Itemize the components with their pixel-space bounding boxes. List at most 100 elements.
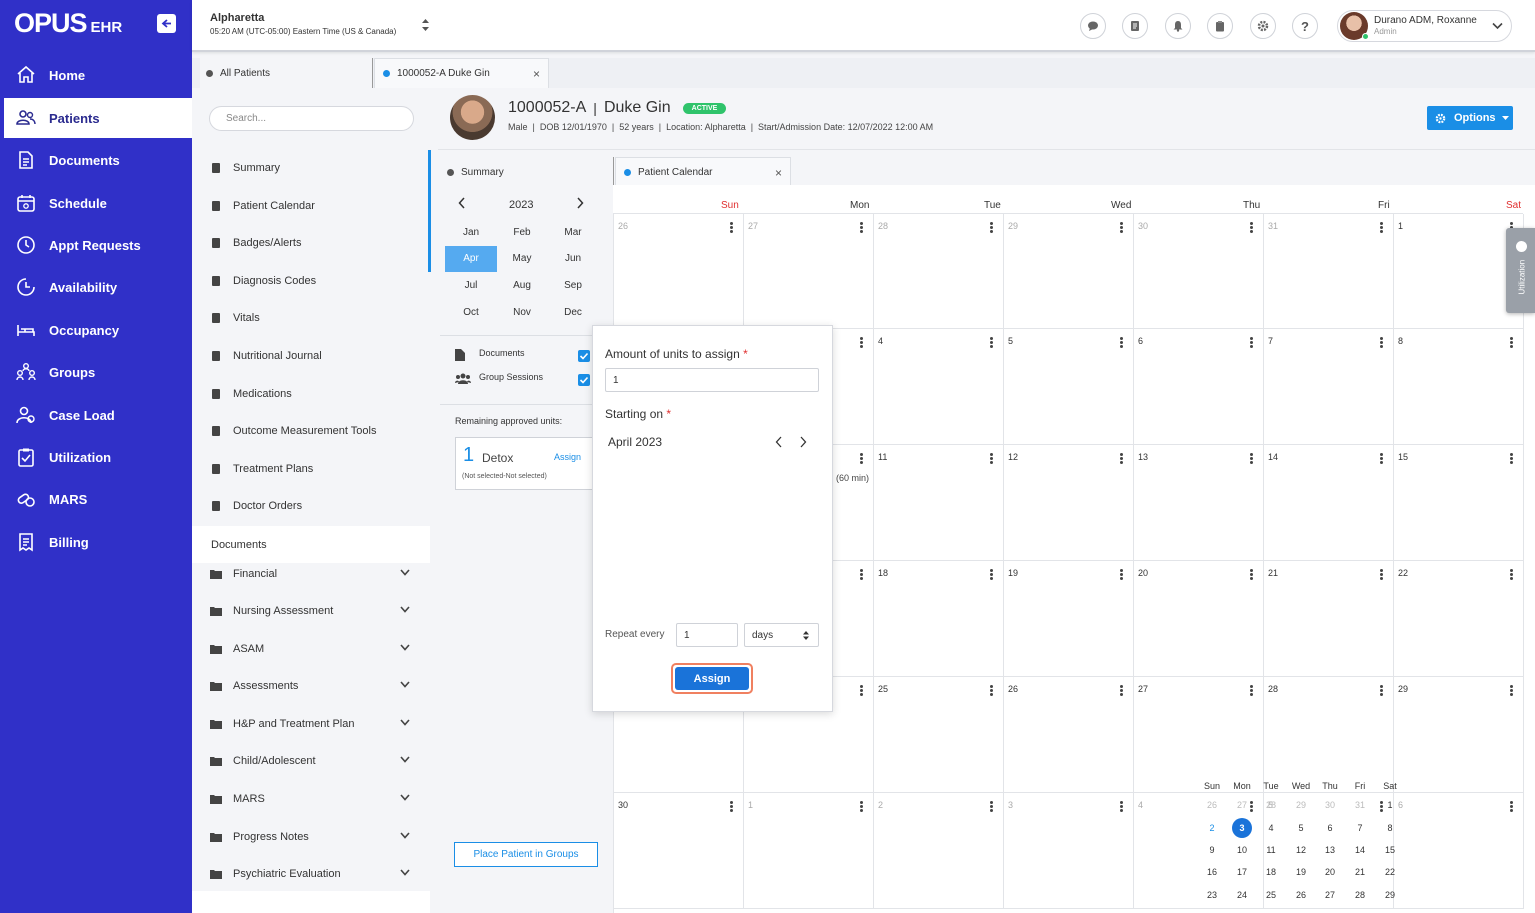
nav-item-patients[interactable]: Patients bbox=[0, 98, 192, 138]
calendar-day-cell[interactable]: 12 bbox=[1004, 445, 1134, 561]
datepicker-date[interactable]: 13 bbox=[1320, 840, 1340, 860]
kebab-menu-icon[interactable] bbox=[1120, 337, 1123, 348]
month-oct[interactable]: Oct bbox=[445, 299, 497, 325]
datepicker-date[interactable]: 27 bbox=[1320, 885, 1340, 905]
datepicker-date[interactable]: 17 bbox=[1232, 862, 1252, 882]
kebab-menu-icon[interactable] bbox=[860, 801, 863, 812]
datepicker-date[interactable]: 26 bbox=[1291, 885, 1311, 905]
month-may[interactable]: May bbox=[496, 246, 548, 272]
utilization-side-tab[interactable]: Utilization bbox=[1506, 228, 1535, 313]
kebab-menu-icon[interactable] bbox=[730, 222, 733, 233]
bell-icon[interactable] bbox=[1165, 13, 1191, 39]
calendar-day-cell[interactable]: 8 bbox=[1394, 329, 1524, 445]
datepicker-date[interactable]: 29 bbox=[1380, 885, 1400, 905]
patient-nav-item[interactable]: Badges/Alerts bbox=[192, 224, 430, 261]
datepicker-date[interactable]: 11 bbox=[1261, 840, 1281, 860]
calendar-day-cell[interactable]: 29 bbox=[1394, 677, 1524, 793]
filter-checkbox[interactable] bbox=[578, 374, 590, 386]
datepicker-date[interactable]: 22 bbox=[1380, 862, 1400, 882]
nav-item-billing[interactable]: Billing bbox=[0, 522, 192, 562]
chevron-down-icon[interactable] bbox=[400, 719, 410, 726]
kebab-menu-icon[interactable] bbox=[1250, 453, 1253, 464]
chevron-down-icon[interactable] bbox=[400, 569, 410, 576]
patient-nav-item[interactable]: Treatment Plans bbox=[192, 450, 430, 487]
help-icon[interactable]: ? bbox=[1292, 13, 1318, 39]
patient-nav-item[interactable]: Diagnosis Codes bbox=[192, 262, 430, 299]
datepicker-date[interactable]: 30 bbox=[1320, 795, 1340, 815]
amount-input[interactable]: 1 bbox=[605, 368, 819, 392]
datepicker-date[interactable]: 4 bbox=[1261, 818, 1281, 838]
kebab-menu-icon[interactable] bbox=[990, 801, 993, 812]
kebab-menu-icon[interactable] bbox=[1120, 453, 1123, 464]
document-folder[interactable]: H&P and Treatment Plan bbox=[192, 705, 430, 742]
kebab-menu-icon[interactable] bbox=[860, 222, 863, 233]
nav-item-schedule[interactable]: Schedule bbox=[0, 183, 192, 223]
datepicker-date[interactable]: 9 bbox=[1202, 840, 1222, 860]
options-button[interactable]: Options bbox=[1427, 106, 1513, 130]
kebab-menu-icon[interactable] bbox=[860, 453, 863, 464]
kebab-menu-icon[interactable] bbox=[1250, 685, 1253, 696]
kebab-menu-icon[interactable] bbox=[990, 337, 993, 348]
calendar-day-cell[interactable]: 3 bbox=[1004, 793, 1134, 909]
datepicker-date[interactable]: 20 bbox=[1320, 862, 1340, 882]
datepicker-date[interactable]: 8 bbox=[1380, 818, 1400, 838]
search-input[interactable]: Search... bbox=[209, 106, 414, 131]
location-selector[interactable]: Alpharetta 05:20 AM (UTC-05:00) Eastern … bbox=[210, 12, 396, 36]
kebab-menu-icon[interactable] bbox=[1380, 222, 1383, 233]
chevron-down-icon[interactable] bbox=[400, 832, 410, 839]
datepicker-date[interactable]: 5 bbox=[1291, 818, 1311, 838]
calendar-day-cell[interactable]: 2 bbox=[874, 793, 1004, 909]
calendar-day-cell[interactable]: 25 bbox=[874, 677, 1004, 793]
patient-nav-item[interactable]: Patient Calendar bbox=[192, 187, 430, 224]
datepicker-date[interactable]: 18 bbox=[1261, 862, 1281, 882]
calendar-day-cell[interactable]: 26 bbox=[614, 214, 744, 329]
calendar-day-cell[interactable]: 29 bbox=[1004, 214, 1134, 329]
month-nov[interactable]: Nov bbox=[496, 299, 548, 325]
collapse-nav-button[interactable] bbox=[157, 14, 176, 33]
datepicker-date[interactable]: 3 bbox=[1291, 907, 1311, 913]
calendar-day-cell[interactable]: 18 bbox=[874, 561, 1004, 677]
kebab-menu-icon[interactable] bbox=[860, 685, 863, 696]
kebab-menu-icon[interactable] bbox=[990, 569, 993, 580]
calendar-day-cell[interactable]: 19 bbox=[1004, 561, 1134, 677]
datepicker-date[interactable]: 28 bbox=[1261, 795, 1281, 815]
kebab-menu-icon[interactable] bbox=[1510, 801, 1513, 812]
datepicker-date[interactable]: 19 bbox=[1291, 862, 1311, 882]
kebab-menu-icon[interactable] bbox=[730, 801, 733, 812]
document-folder[interactable]: Assessments bbox=[192, 667, 430, 704]
kebab-menu-icon[interactable] bbox=[860, 337, 863, 348]
assign-button[interactable]: Assign bbox=[675, 667, 749, 690]
calendar-day-cell[interactable]: 15 bbox=[1394, 445, 1524, 561]
month-sep[interactable]: Sep bbox=[547, 272, 599, 298]
chevron-down-icon[interactable] bbox=[400, 794, 410, 801]
document-folder[interactable]: Child/Adolescent bbox=[192, 742, 430, 779]
tab-summary[interactable]: Summary bbox=[440, 157, 614, 187]
patient-nav-item[interactable]: Summary bbox=[192, 149, 430, 186]
datepicker-date[interactable]: 4 bbox=[1320, 907, 1340, 913]
datepicker-date[interactable]: 29 bbox=[1291, 795, 1311, 815]
calendar-day-cell[interactable]: 31 bbox=[1264, 214, 1394, 329]
nav-item-mars[interactable]: MARS bbox=[0, 479, 192, 519]
calendar-day-cell[interactable]: 28 bbox=[874, 214, 1004, 329]
close-icon[interactable]: × bbox=[775, 166, 782, 180]
kebab-menu-icon[interactable] bbox=[990, 685, 993, 696]
datepicker-date[interactable]: 7 bbox=[1350, 818, 1370, 838]
repeat-count-input[interactable]: 1 bbox=[676, 623, 738, 647]
patient-nav-item[interactable]: Medications bbox=[192, 375, 430, 412]
kebab-menu-icon[interactable] bbox=[1250, 569, 1253, 580]
calendar-day-cell[interactable]: 27 bbox=[1134, 677, 1264, 793]
kebab-menu-icon[interactable] bbox=[990, 222, 993, 233]
filter-checkbox[interactable] bbox=[578, 350, 590, 362]
datepicker-prev-button[interactable] bbox=[775, 436, 783, 448]
clipboard-icon[interactable] bbox=[1207, 13, 1233, 39]
datepicker-date[interactable]: 14 bbox=[1350, 840, 1370, 860]
nav-item-utilization[interactable]: Utilization bbox=[0, 437, 192, 477]
datepicker-date[interactable]: 30 bbox=[1202, 907, 1222, 913]
kebab-menu-icon[interactable] bbox=[860, 569, 863, 580]
kebab-menu-icon[interactable] bbox=[1380, 453, 1383, 464]
datepicker-date[interactable]: 12 bbox=[1291, 840, 1311, 860]
document-folder[interactable]: Psychiatric Evaluation bbox=[192, 855, 430, 892]
calendar-day-cell[interactable]: 27 bbox=[744, 214, 874, 329]
datepicker-date[interactable]: 28 bbox=[1350, 885, 1370, 905]
datepicker-date[interactable]: 6 bbox=[1320, 818, 1340, 838]
